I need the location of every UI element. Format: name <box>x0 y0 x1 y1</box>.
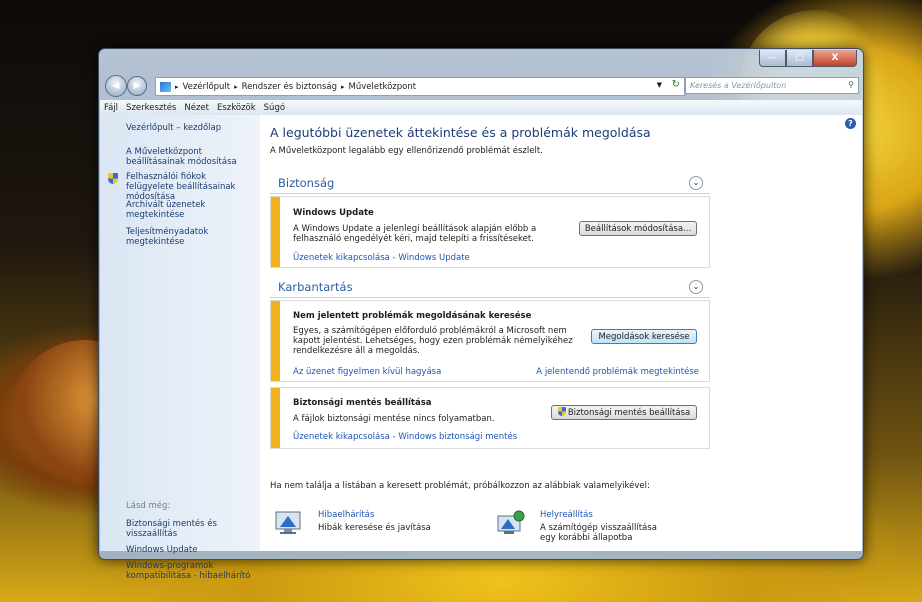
alert-link-view-problems[interactable]: A jelentendő problémák megtekintése <box>536 367 699 377</box>
sidebar-item-control-panel-home[interactable]: Vezérlőpult – kezdőlap <box>126 123 221 133</box>
alert-link-turn-off-messages[interactable]: Üzenetek kikapcsolása - Windows Update <box>293 253 470 263</box>
alert-link-ignore-message[interactable]: Az üzenet figyelmen kívül hagyása <box>293 367 441 377</box>
chevron-down-icon[interactable]: ⌄ <box>689 280 703 294</box>
main-panel: ? A legutóbbi üzenetek áttekintése és a … <box>270 115 862 551</box>
change-settings-button[interactable]: Beállítások módosítása... <box>579 221 697 236</box>
alert-heading: Biztonsági mentés beállítása <box>293 398 432 408</box>
tool-recovery-desc: A számítógép visszaállítása egy korábbi … <box>540 523 657 543</box>
section-security[interactable]: Biztonság ⌄ <box>270 171 710 194</box>
tool-troubleshooting-link[interactable]: Hibaelhárítás <box>318 510 374 520</box>
alert-severity-bar <box>271 301 280 381</box>
sidebar-item-change-action-center-settings[interactable]: A Műveletközpont beállításainak módosítá… <box>126 147 238 167</box>
address-dropdown-icon[interactable]: ▼ <box>657 81 662 89</box>
see-also-windows-update[interactable]: Windows Update <box>126 545 197 555</box>
maximize-button[interactable]: □ <box>786 50 813 67</box>
menu-edit[interactable]: Szerkesztés <box>122 103 180 113</box>
set-up-backup-label: Biztonsági mentés beállítása <box>567 408 691 418</box>
alert-heading: Windows Update <box>293 208 374 218</box>
troubleshoot-icon <box>275 511 301 534</box>
chevron-down-icon[interactable]: ⌄ <box>689 176 703 190</box>
menu-file[interactable]: Fájl <box>100 103 122 113</box>
check-for-solutions-button[interactable]: Megoldások keresése <box>591 329 697 344</box>
alert-description: Egyes, a számítógépen előforduló problém… <box>293 326 573 356</box>
breadcrumb-control-panel[interactable]: Vezérlőpult <box>183 82 231 92</box>
help-icon[interactable]: ? <box>845 118 856 129</box>
back-button[interactable]: ◀ <box>105 75 127 97</box>
tool-recovery[interactable]: Helyreállítás A számítógép visszaállítás… <box>496 510 706 550</box>
see-also-backup-restore[interactable]: Biztonsági mentés és visszaállítás <box>126 519 236 539</box>
alert-backup: Biztonsági mentés beállítása A fájlok bi… <box>270 387 710 449</box>
tool-troubleshooting[interactable]: Hibaelhárítás Hibák keresése és javítása <box>274 510 474 546</box>
alert-severity-bar <box>271 197 280 267</box>
recovery-icon <box>497 510 525 534</box>
alert-heading: Nem jelentett problémák megoldásának ker… <box>293 311 532 321</box>
alert-description: A Windows Update a jelenlegi beállítások… <box>293 224 537 244</box>
section-maintenance-title: Karbantartás <box>278 280 353 294</box>
alert-severity-bar <box>271 388 280 448</box>
search-placeholder: Keresés a Vezérlőpulton <box>690 81 787 90</box>
section-maintenance[interactable]: Karbantartás ⌄ <box>270 275 710 298</box>
see-also-program-compatibility[interactable]: Windows-programok kompatibilitása - hiba… <box>126 561 254 581</box>
footer-hint: Ha nem találja a listában a keresett pro… <box>270 481 650 491</box>
search-input[interactable]: Keresés a Vezérlőpulton ⚲ <box>685 77 859 94</box>
minimize-button[interactable]: — <box>759 50 786 67</box>
alert-unreported-problems: Nem jelentett problémák megoldásának ker… <box>270 300 710 382</box>
sidebar-item-change-uac-settings[interactable]: Felhasználói fiókok felügyelete beállítá… <box>126 172 254 202</box>
see-also-heading: Lásd még: <box>126 501 171 511</box>
sidebar: Vezérlőpult – kezdőlap A Műveletközpont … <box>100 115 260 581</box>
menu-tools[interactable]: Eszközök <box>213 103 260 113</box>
breadcrumb-system-security[interactable]: Rendszer és biztonság <box>242 82 337 92</box>
address-bar[interactable]: ▸ Vezérlőpult ▸ Rendszer és biztonság ▸ … <box>155 77 685 96</box>
page-title: A legutóbbi üzenetek áttekintése és a pr… <box>270 125 651 140</box>
sidebar-item-view-performance-info[interactable]: Teljesítményadatok megtekintése <box>126 227 226 247</box>
page-subtitle: A Műveletközpont legalább egy ellenőrize… <box>270 146 543 156</box>
content-area: Vezérlőpult – kezdőlap A Műveletközpont … <box>100 115 862 581</box>
sidebar-item-view-archived-messages[interactable]: Archivált üzenetek megtekintése <box>126 200 226 220</box>
alert-description: A fájlok biztonsági mentése nincs folyam… <box>293 414 495 424</box>
action-center-flag-icon <box>160 81 171 92</box>
breadcrumb-action-center[interactable]: Műveletközpont <box>349 82 417 92</box>
uac-shield-icon <box>557 407 566 416</box>
close-button[interactable]: X <box>813 50 857 67</box>
navigation-bar: ◀ ▶ ▸ Vezérlőpult ▸ Rendszer és biztonsá… <box>103 75 859 97</box>
title-bar[interactable]: — □ X <box>99 49 863 75</box>
tool-troubleshooting-desc: Hibák keresése és javítása <box>318 523 431 533</box>
alert-link-turn-off-backup-messages[interactable]: Üzenetek kikapcsolása - Windows biztonsá… <box>293 432 517 442</box>
tool-recovery-link[interactable]: Helyreállítás <box>540 510 593 520</box>
breadcrumb-separator-icon[interactable]: ▸ <box>341 83 345 91</box>
set-up-backup-button[interactable]: Biztonsági mentés beállítása <box>551 405 697 420</box>
section-security-title: Biztonság <box>278 176 335 190</box>
alert-windows-update: Windows Update A Windows Update a jelenl… <box>270 196 710 268</box>
forward-button[interactable]: ▶ <box>127 76 147 96</box>
menu-bar: Fájl Szerkesztés Nézet Eszközök Súgó <box>100 100 862 116</box>
menu-help[interactable]: Súgó <box>260 103 289 113</box>
uac-shield-icon <box>108 173 118 184</box>
breadcrumb-separator-icon[interactable]: ▸ <box>234 83 238 91</box>
breadcrumb-separator-icon[interactable]: ▸ <box>175 83 179 91</box>
action-center-window: — □ X ◀ ▶ ▸ Vezérlőpult ▸ Rendszer és bi… <box>98 48 864 581</box>
menu-view[interactable]: Nézet <box>180 103 213 113</box>
refresh-icon[interactable]: ↻ <box>672 79 680 90</box>
search-icon[interactable]: ⚲ <box>848 80 854 89</box>
